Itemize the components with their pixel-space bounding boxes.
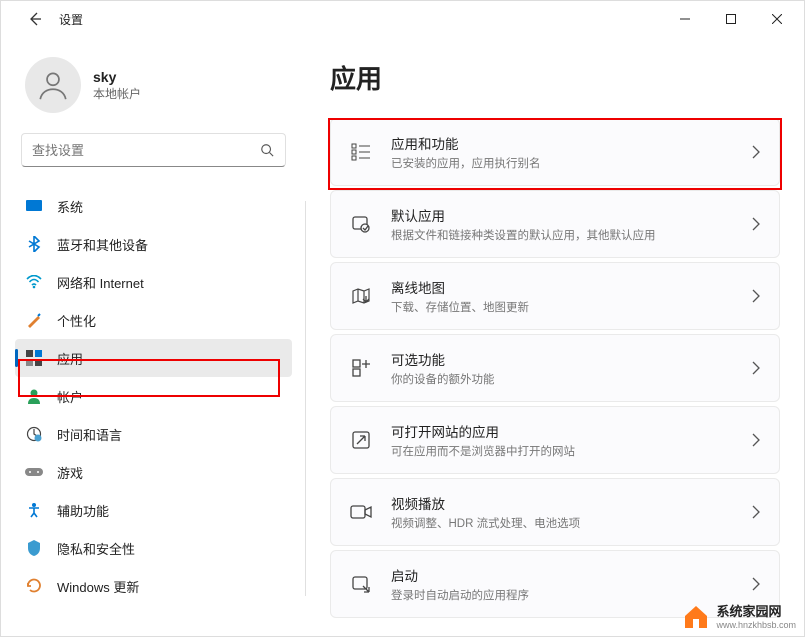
- nav-label: Windows 更新: [57, 577, 139, 596]
- minimize-icon: [680, 14, 690, 24]
- search-box[interactable]: [21, 133, 286, 167]
- close-icon: [772, 14, 782, 24]
- close-button[interactable]: [754, 3, 800, 35]
- optional-icon: [349, 356, 373, 380]
- nav-gaming[interactable]: 游戏: [15, 453, 292, 491]
- nav-system[interactable]: 系统: [15, 187, 292, 225]
- apps-icon: [25, 349, 43, 367]
- card-title: 视频播放: [391, 493, 751, 513]
- nav-time-language[interactable]: 时间和语言: [15, 415, 292, 453]
- nav-label: 个性化: [57, 311, 96, 330]
- clock-globe-icon: [25, 425, 43, 443]
- nav-privacy[interactable]: 隐私和安全性: [15, 529, 292, 567]
- card-title: 默认应用: [391, 205, 751, 225]
- default-apps-icon: [349, 212, 373, 236]
- card-sub: 下载、存储位置、地图更新: [391, 299, 751, 315]
- chevron-right-icon: [751, 577, 761, 591]
- accessibility-icon: [25, 501, 43, 519]
- nav-personalization[interactable]: 个性化: [15, 301, 292, 339]
- watermark-url: www.hnzkhbsb.com: [716, 620, 796, 630]
- nav-bluetooth[interactable]: 蓝牙和其他设备: [15, 225, 292, 263]
- card-title: 离线地图: [391, 277, 751, 297]
- video-icon: [349, 500, 373, 524]
- nav-list: 系统 蓝牙和其他设备 网络和 Internet 个性化 应用 帐户: [1, 183, 306, 605]
- nav-label: 辅助功能: [57, 501, 109, 520]
- nav-label: 系统: [57, 197, 83, 216]
- card-title: 可打开网站的应用: [391, 421, 751, 441]
- person-icon: [36, 68, 70, 102]
- card-video-playback[interactable]: 视频播放视频调整、HDR 流式处理、电池选项: [330, 478, 780, 546]
- back-button[interactable]: [25, 9, 45, 29]
- nav-windows-update[interactable]: Windows 更新: [15, 567, 292, 605]
- sidebar: sky 本地帐户 系统 蓝牙和其他设备 网络和 Internet 个: [1, 37, 306, 636]
- user-name: sky: [93, 69, 141, 85]
- nav-accessibility[interactable]: 辅助功能: [15, 491, 292, 529]
- website-apps-icon: [349, 428, 373, 452]
- update-icon: [25, 577, 43, 595]
- chevron-right-icon: [751, 433, 761, 447]
- card-sub: 可在应用而不是浏览器中打开的网站: [391, 443, 751, 459]
- window-title: 设置: [59, 11, 83, 28]
- startup-icon: [349, 572, 373, 596]
- nav-label: 应用: [57, 349, 83, 368]
- bluetooth-icon: [25, 235, 43, 253]
- nav-label: 帐户: [57, 387, 83, 406]
- shield-icon: [25, 539, 43, 557]
- maximize-button[interactable]: [708, 3, 754, 35]
- user-block[interactable]: sky 本地帐户: [1, 45, 306, 133]
- chevron-right-icon: [751, 361, 761, 375]
- card-optional-features[interactable]: 可选功能你的设备的额外功能: [330, 334, 780, 402]
- wifi-icon: [25, 273, 43, 291]
- map-icon: [349, 284, 373, 308]
- nav-label: 蓝牙和其他设备: [57, 235, 148, 254]
- minimize-button[interactable]: [662, 3, 708, 35]
- card-title: 启动: [391, 565, 751, 585]
- card-title: 可选功能: [391, 349, 751, 369]
- card-apps-features[interactable]: 应用和功能已安装的应用，应用执行别名: [330, 118, 780, 186]
- nav-apps[interactable]: 应用: [15, 339, 292, 377]
- arrow-left-icon: [27, 11, 43, 27]
- search-input[interactable]: [32, 143, 259, 158]
- chevron-right-icon: [751, 145, 761, 159]
- account-icon: [25, 387, 43, 405]
- avatar: [25, 57, 81, 113]
- watermark: 系统家园网 www.hnzkhbsb.com: [682, 601, 796, 630]
- card-list: 应用和功能已安装的应用，应用执行别名 默认应用根据文件和链接种类设置的默认应用，…: [330, 118, 780, 618]
- gamepad-icon: [25, 463, 43, 481]
- house-icon: [682, 602, 710, 630]
- card-sub: 你的设备的额外功能: [391, 371, 751, 387]
- nav-label: 隐私和安全性: [57, 539, 135, 558]
- system-icon: [25, 197, 43, 215]
- nav-label: 时间和语言: [57, 425, 122, 444]
- card-apps-for-websites[interactable]: 可打开网站的应用可在应用而不是浏览器中打开的网站: [330, 406, 780, 474]
- nav-label: 网络和 Internet: [57, 273, 144, 292]
- card-sub: 视频调整、HDR 流式处理、电池选项: [391, 515, 751, 531]
- paint-icon: [25, 311, 43, 329]
- card-offline-maps[interactable]: 离线地图下载、存储位置、地图更新: [330, 262, 780, 330]
- card-title: 应用和功能: [391, 133, 751, 153]
- chevron-right-icon: [751, 505, 761, 519]
- list-icon: [349, 140, 373, 164]
- card-sub: 已安装的应用，应用执行别名: [391, 155, 751, 171]
- main-content: 应用 应用和功能已安装的应用，应用执行别名 默认应用根据文件和链接种类设置的默认…: [306, 37, 804, 636]
- chevron-right-icon: [751, 217, 761, 231]
- card-sub: 根据文件和链接种类设置的默认应用，其他默认应用: [391, 227, 751, 243]
- nav-network[interactable]: 网络和 Internet: [15, 263, 292, 301]
- nav-label: 游戏: [57, 463, 83, 482]
- watermark-title: 系统家园网: [716, 601, 796, 620]
- chevron-right-icon: [751, 289, 761, 303]
- page-title: 应用: [330, 59, 780, 96]
- card-default-apps[interactable]: 默认应用根据文件和链接种类设置的默认应用，其他默认应用: [330, 190, 780, 258]
- search-icon: [259, 142, 275, 158]
- maximize-icon: [726, 14, 736, 24]
- user-subtitle: 本地帐户: [93, 85, 141, 102]
- titlebar: 设置: [1, 1, 804, 37]
- nav-accounts[interactable]: 帐户: [15, 377, 292, 415]
